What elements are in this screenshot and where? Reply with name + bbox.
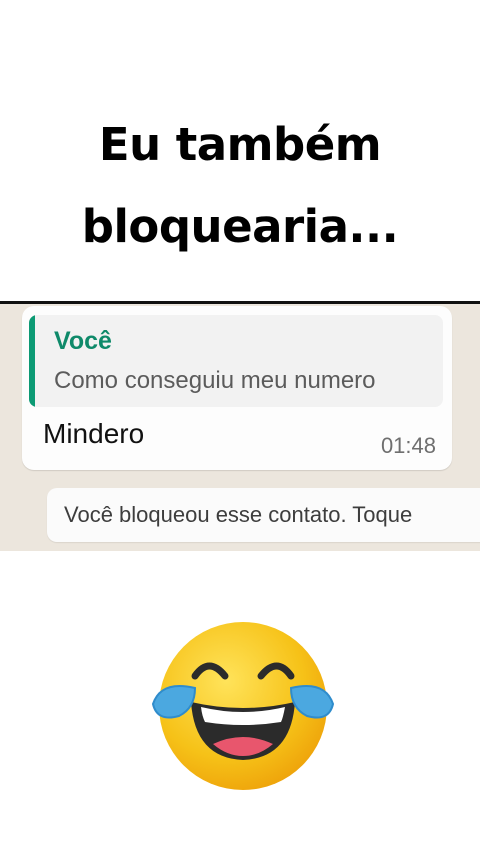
quoted-text: Como conseguiu meu numero	[54, 367, 376, 394]
quote-accent-bar	[29, 315, 35, 407]
caption-line-1: Eu também	[98, 118, 382, 171]
message-timestamp: 01:48	[380, 433, 436, 458]
message-bubble[interactable]: Você Como conseguiu meu numero Mindero 0…	[22, 306, 452, 470]
message-text: Mindero	[43, 418, 145, 449]
blocked-contact-notice-text: Você bloqueou esse contato. Toque	[64, 502, 413, 527]
meme-caption: Eu também bloquearia...	[0, 104, 480, 268]
caption-line-2: bloquearia...	[81, 200, 399, 253]
face-with-tears-of-joy-icon	[151, 622, 335, 790]
chat-screenshot: Você Como conseguiu meu numero Mindero 0…	[0, 304, 480, 551]
blocked-contact-notice[interactable]: Você bloqueou esse contato. Toque	[47, 488, 480, 542]
quoted-author: Você	[54, 327, 112, 355]
quoted-reply[interactable]: Você Como conseguiu meu numero	[29, 315, 443, 407]
